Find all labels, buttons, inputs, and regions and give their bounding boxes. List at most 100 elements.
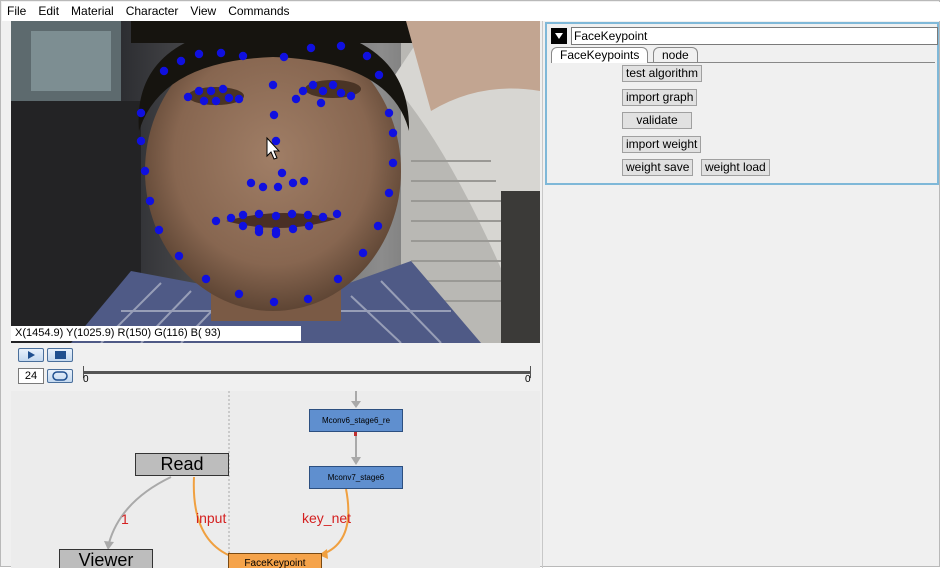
keypoint-dot (140, 166, 150, 176)
keypoint-dot (271, 229, 281, 239)
keypoint-dot (277, 168, 287, 178)
properties-panel: FaceKeypoint FaceKeypoints node test alg… (545, 22, 939, 185)
keypoint-dot (271, 211, 281, 221)
keypoint-dot (288, 224, 298, 234)
keypoint-dot (332, 209, 342, 219)
keypoint-dot (303, 210, 313, 220)
image-viewer[interactable] (11, 21, 540, 343)
keypoint-dot (269, 110, 279, 120)
tab-facekeypoints[interactable]: FaceKeypoints (551, 47, 649, 63)
pixel-readout: X(1454.9) Y(1025.9) R(150) G(116) B( 93) (11, 326, 301, 341)
playback-bar: 24 0 0 (11, 343, 540, 390)
keypoint-dot (238, 51, 248, 61)
keypoint-dot (199, 96, 209, 106)
keypoint-dot (258, 182, 268, 192)
loop-button[interactable] (47, 369, 73, 383)
timeline-start-label: 0 (83, 374, 89, 385)
node-facekeypoint[interactable]: FaceKeypoint (228, 553, 322, 568)
keypoint-dot (211, 216, 221, 226)
keypoint-dot (234, 289, 244, 299)
keypoint-dot (268, 80, 278, 90)
panel-tabs: FaceKeypoints node (551, 47, 937, 63)
keypoint-dot (269, 297, 279, 307)
keypoint-dot (218, 84, 228, 94)
keypoint-dot (176, 56, 186, 66)
keypoint-dot (336, 88, 346, 98)
edge-label-1: 1 (121, 511, 129, 527)
tab-content: test algorithm import graph validate imp… (551, 62, 935, 180)
keypoint-dot (299, 176, 309, 186)
menu-file[interactable]: File (2, 2, 32, 21)
keypoint-dot (328, 80, 338, 90)
play-icon (28, 351, 35, 359)
weight-load-button[interactable]: weight load (701, 159, 770, 176)
menu-material[interactable]: Material (65, 2, 120, 21)
keypoint-dot (287, 209, 297, 219)
panel-divider[interactable] (542, 21, 543, 568)
play-button[interactable] (18, 348, 44, 362)
keypoint-dot (201, 274, 211, 284)
keypoint-dot (318, 86, 328, 96)
menu-view[interactable]: View (184, 2, 222, 21)
keypoint-dot (273, 182, 283, 192)
keypoint-dot (291, 94, 301, 104)
keypoint-dot (136, 136, 146, 146)
keypoint-dot (194, 86, 204, 96)
keypoint-dot (336, 41, 346, 51)
keypoint-dot (333, 274, 343, 284)
keypoint-dot (384, 188, 394, 198)
keypoint-dot (226, 213, 236, 223)
validate-button[interactable]: validate (622, 112, 692, 129)
keypoint-dot (238, 210, 248, 220)
app-window: File Edit Material Character View Comman… (0, 0, 940, 568)
menu-bar: File Edit Material Character View Comman… (2, 2, 940, 21)
tab-node[interactable]: node (653, 47, 698, 62)
keypoint-dot (136, 108, 146, 118)
keypoint-dot (194, 49, 204, 59)
keypoint-dot (216, 48, 226, 58)
keypoint-dot (306, 43, 316, 53)
weight-save-button[interactable]: weight save (622, 159, 694, 176)
node-mconv7[interactable]: Mconv7_stage6 (309, 466, 403, 489)
timeline-slider[interactable] (83, 371, 531, 374)
keypoint-dot (374, 70, 384, 80)
keypoint-dot (316, 98, 326, 108)
graph-edges (104, 391, 361, 568)
menu-commands[interactable]: Commands (222, 2, 295, 21)
node-read[interactable]: Read (135, 453, 229, 476)
loop-icon (52, 371, 68, 381)
stop-icon (55, 351, 66, 359)
keypoint-dot (145, 196, 155, 206)
edge-label-input: input (196, 510, 227, 526)
keypoint-dot (346, 91, 356, 101)
keypoint-dot (224, 93, 234, 103)
node-mconv6[interactable]: Mconv6_stage6_re (309, 409, 403, 432)
keypoint-dot (288, 178, 298, 188)
keypoint-dot (183, 92, 193, 102)
keypoint-dot (211, 96, 221, 106)
menu-edit[interactable]: Edit (32, 2, 65, 21)
node-viewer[interactable]: Viewer (59, 549, 153, 568)
keypoint-dot (254, 209, 264, 219)
menu-character[interactable]: Character (120, 2, 185, 21)
keypoint-dot (206, 86, 216, 96)
stop-button[interactable] (47, 348, 73, 362)
keypoint-dot (303, 294, 313, 304)
test-algorithm-button[interactable]: test algorithm (622, 65, 703, 82)
keypoint-dot (279, 52, 289, 62)
node-graph[interactable]: Read Viewer Mconv6_stage6_re Mconv7_stag… (11, 391, 540, 568)
keypoint-dot (298, 86, 308, 96)
keypoint-dot (154, 225, 164, 235)
import-graph-button[interactable]: import graph (622, 89, 698, 106)
keypoint-dot (373, 221, 383, 231)
edge-label-key-net: key_net (302, 510, 352, 526)
keypoint-dot (159, 66, 169, 76)
face-image (11, 21, 540, 343)
keypoint-dot (362, 51, 372, 61)
collapse-toggle-icon[interactable] (551, 28, 567, 44)
frame-number-field[interactable]: 24 (18, 368, 44, 384)
keypoint-dot (238, 221, 248, 231)
node-name-field[interactable]: FaceKeypoint (571, 27, 938, 45)
import-weight-button[interactable]: import weight (622, 136, 702, 153)
keypoint-dot (174, 251, 184, 261)
